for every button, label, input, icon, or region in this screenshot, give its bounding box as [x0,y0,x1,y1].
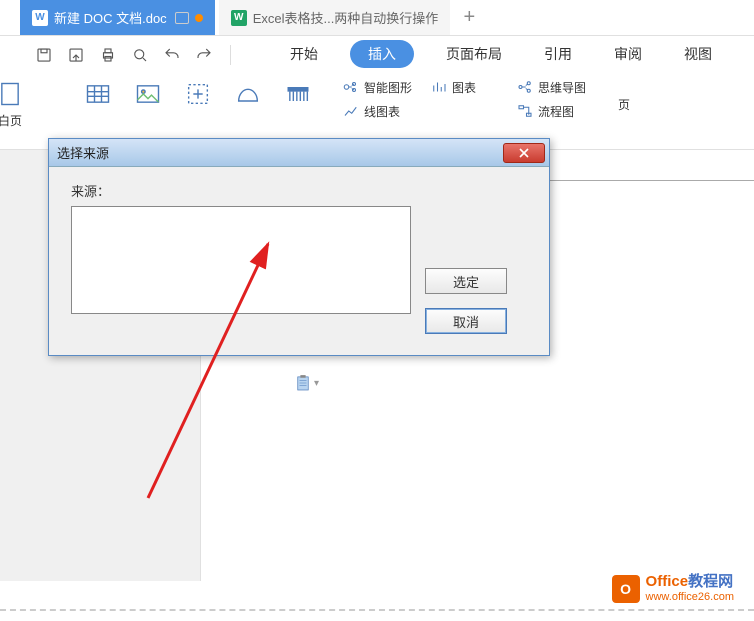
dialog-titlebar[interactable]: 选择来源 [49,139,549,167]
ribbon-smart-shape[interactable]: 智能图形 [342,78,412,96]
print-button[interactable] [94,42,122,68]
close-icon [518,147,530,159]
clipboard-icon [296,375,310,391]
modified-dot-icon [195,14,203,22]
ribbon-screenshot[interactable] [182,78,214,110]
divider [230,45,231,65]
save-button[interactable] [30,42,58,68]
watermark-logo-icon: O [612,575,640,603]
excel-icon: W [231,10,247,26]
ribbon-chart-col: 图表 [430,78,476,96]
undo-button[interactable] [158,42,186,68]
select-source-dialog: 选择来源 来源： 选定 取消 [48,138,550,356]
screenshot-icon [182,78,214,110]
print-preview-button[interactable] [126,42,154,68]
ribbon-blank-page[interactable]: 白页 [0,78,26,129]
word-icon: W [32,10,48,26]
tab-active-doc[interactable]: W 新建 DOC 文档.doc [20,0,215,35]
ribbon-mindmap[interactable]: 思维导图 [516,78,586,96]
menu-start[interactable]: 开始 [280,40,328,68]
monitor-icon [175,12,189,24]
ribbon-mind-col: 思维导图 流程图 [516,78,586,120]
ribbon-picture[interactable] [132,78,164,110]
tab-label: 新建 DOC 文档.doc [54,8,167,27]
source-list[interactable] [71,206,411,314]
tab-bar: W 新建 DOC 文档.doc W Excel表格技...两种自动换行操作 + [0,0,754,36]
ribbon-flowchart[interactable]: 流程图 [516,102,586,120]
paste-options-button[interactable]: ▾ [296,375,319,391]
watermark-title: Office教程网 [646,574,734,591]
ribbon-shapes[interactable] [232,78,264,110]
menu-review[interactable]: 审阅 [604,40,652,68]
ribbon-table[interactable] [82,78,114,110]
dialog-title: 选择来源 [57,143,109,162]
table-icon [82,78,114,110]
ribbon-smart-col: 智能图形 线图表 [342,78,412,120]
save-as-button[interactable] [62,42,90,68]
menu-layout[interactable]: 页面布局 [436,40,512,68]
ribbon-online-chart[interactable]: 线图表 [342,102,412,120]
dialog-body: 来源： 选定 取消 [49,167,549,348]
watermark-url: www.office26.com [646,591,734,603]
redo-button[interactable] [190,42,218,68]
menu-insert[interactable]: 插入 [350,40,414,68]
menu-reference[interactable]: 引用 [534,40,582,68]
tab-status [175,12,203,24]
watermark: O Office教程网 www.office26.com [612,574,734,603]
icons-gallery-icon [282,78,314,110]
tab-inactive-excel[interactable]: W Excel表格技...两种自动换行操作 [219,0,451,35]
cancel-button[interactable]: 取消 [425,308,507,334]
picture-icon [132,78,164,110]
select-button[interactable]: 选定 [425,268,507,294]
shapes-icon [232,78,264,110]
ribbon-icons[interactable] [282,78,314,110]
new-tab-button[interactable]: + [454,0,484,35]
dialog-close-button[interactable] [503,143,545,163]
footer-divider [0,609,754,621]
blank-page-icon [0,78,26,110]
ribbon-chart[interactable]: 图表 [430,78,476,96]
source-label: 来源： [71,181,527,200]
dropdown-arrow-icon: ▾ [314,378,319,389]
menu-view[interactable]: 视图 [674,40,722,68]
ribbon-page-more[interactable]: 页 [618,78,630,113]
tab-label: Excel表格技...两种自动换行操作 [253,8,439,27]
